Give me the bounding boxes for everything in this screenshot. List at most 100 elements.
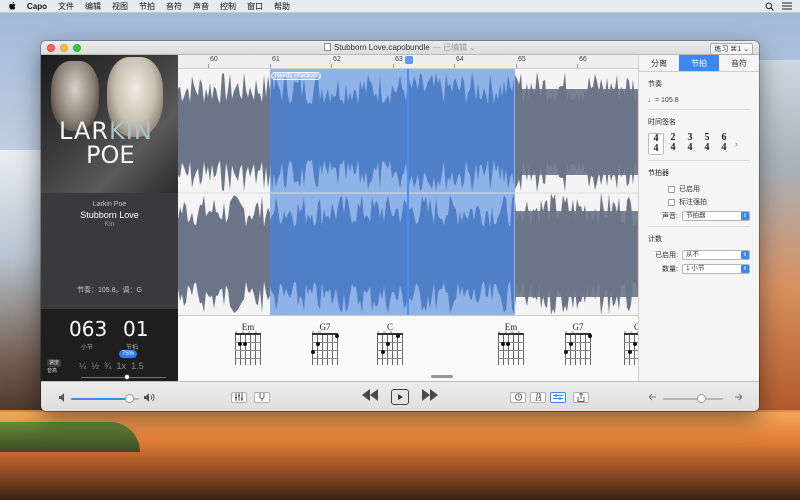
open-string-marks: o o o o — [498, 329, 522, 334]
pan-slider-knob[interactable] — [697, 394, 706, 403]
chord-fretboard: x o o — [377, 329, 403, 365]
menu-control[interactable]: 控制 — [220, 1, 236, 12]
finger-dot — [564, 350, 568, 354]
menu-file[interactable]: 文件 — [58, 1, 74, 12]
waveform-view[interactable]: Needs Practice! — [178, 69, 638, 315]
tab-notes[interactable]: 音符 — [719, 55, 759, 71]
notification-center-icon[interactable] — [782, 2, 792, 10]
apple-icon[interactable] — [8, 1, 17, 11]
volume-slider-knob[interactable] — [124, 394, 134, 403]
ts-bottom: 4 — [653, 143, 659, 154]
zoom-window-button[interactable] — [73, 43, 81, 52]
checkbox-label: 标注强拍 — [679, 199, 707, 206]
share-icon — [577, 392, 585, 402]
count-in-count-value: 1 小节 — [686, 265, 705, 272]
tuner-button[interactable] — [254, 392, 270, 403]
share-button[interactable] — [573, 392, 589, 403]
playhead-line[interactable] — [407, 69, 409, 315]
menu-notes[interactable]: 音符 — [166, 1, 182, 12]
volume-low-icon — [59, 393, 64, 402]
practice-region-label[interactable]: Needs Practice! — [271, 72, 322, 80]
desktop-mountain-right — [755, 60, 800, 410]
playhead-handle[interactable] — [405, 56, 413, 64]
chord-diagram[interactable]: G7 o o — [563, 322, 593, 365]
count-in-count-select[interactable]: 1 小节 ⇕ — [682, 264, 750, 274]
practice-mode-button[interactable]: 练习 ⌘1 ⌄ — [710, 43, 753, 55]
album-cover: LARKIN POE — [41, 55, 178, 193]
position-counter: 063 小节 01 节拍 速度 音高 ¼ ½ ¾ 1x 1.5 75% — [41, 309, 178, 381]
time-signature-title: 时间签名 — [648, 119, 676, 126]
minimize-window-button[interactable] — [60, 43, 68, 52]
chord-diagram[interactable]: Em o o o o — [233, 322, 263, 365]
chord-diagram[interactable]: Cx o o — [622, 322, 638, 365]
time-signature-option[interactable]: 54 — [699, 133, 715, 155]
count-in-count-label: 数量: — [662, 266, 678, 273]
horizontal-scroll-handle[interactable] — [431, 375, 453, 378]
updown-arrows-icon: ⇕ — [741, 265, 749, 273]
checkbox-box[interactable] — [668, 198, 675, 206]
song-panel: LARKIN POE Larkin Poe Stubborn Love Kin … — [41, 55, 178, 381]
eq-button[interactable] — [550, 392, 566, 403]
updown-arrows-icon: ⇕ — [741, 251, 749, 259]
checkbox-box[interactable] — [668, 185, 675, 193]
pitch-mode-option[interactable]: 音高 — [47, 367, 61, 375]
speed-mark: ¾ — [104, 361, 112, 371]
title-bar: Stubborn Love.capobundle — 已编辑 ⌄ 练习 ⌘1 ⌄ — [41, 41, 759, 55]
sound-label: 声音: — [662, 213, 678, 220]
count-in-enabled-row: 已启用: 从不 ⇕ — [648, 250, 750, 260]
accent-downbeat-checkbox[interactable]: 标注强拍 — [668, 197, 750, 207]
spotlight-search-icon[interactable] — [765, 2, 774, 11]
menu-window[interactable]: 窗口 — [247, 1, 263, 12]
sound-select[interactable]: 节拍器 ⇕ — [682, 211, 750, 221]
speed-pitch-switch[interactable]: 速度 音高 — [47, 359, 62, 375]
fast-forward-button[interactable] — [421, 388, 439, 405]
time-signature-option[interactable]: 44 — [648, 133, 664, 155]
metronome-enabled-checkbox[interactable]: 已启用 — [668, 184, 750, 194]
chord-diagram[interactable]: Em o o o o — [496, 322, 526, 365]
finger-dot — [238, 342, 242, 346]
time-signature-option[interactable]: 34 — [682, 133, 698, 155]
chord-track[interactable]: Em o o o o G7 o o Cx o o Em o o o o G7 o o Cx o… — [178, 316, 638, 381]
mixer-icon — [235, 393, 243, 401]
ruler-label: 64 — [456, 56, 464, 63]
chevron-right-icon[interactable]: › — [735, 139, 738, 149]
count-in-enabled-label: 已启用: — [655, 252, 678, 259]
capo-window: Stubborn Love.capobundle — 已编辑 ⌄ 练习 ⌘1 ⌄ … — [41, 41, 759, 411]
time-signature-option[interactable]: 64 — [716, 133, 732, 155]
pan-right-icon — [735, 393, 742, 401]
speed-slider-knob[interactable] — [124, 374, 130, 380]
finger-dot — [506, 342, 510, 346]
menu-view[interactable]: 视图 — [112, 1, 128, 12]
open-string-marks: x o o — [624, 329, 638, 334]
tab-separation[interactable]: 分离 — [639, 55, 679, 71]
menu-help[interactable]: 帮助 — [274, 1, 290, 12]
pan-slider-track[interactable] — [663, 398, 723, 400]
tempo-value[interactable]: ♩= 105.8 — [648, 97, 750, 104]
metronome-toggle-button[interactable] — [510, 392, 526, 403]
song-artist: Larkin Poe — [92, 201, 127, 208]
chord-fretboard: x o o — [624, 329, 638, 365]
menu-sound[interactable]: 声音 — [193, 1, 209, 12]
edited-status[interactable]: — 已编辑 ⌄ — [433, 43, 476, 52]
menu-beat[interactable]: 节拍 — [139, 1, 155, 12]
menu-app-name[interactable]: Capo — [27, 2, 47, 11]
chord-diagram[interactable]: G7 o o — [310, 322, 340, 365]
chord-fretboard: o o o o — [235, 329, 261, 365]
chord-fretboard: o o — [564, 329, 592, 365]
speed-mode-option[interactable]: 速度 — [47, 359, 62, 367]
time-signature-option[interactable]: 24 — [665, 133, 681, 155]
count-in-enabled-select[interactable]: 从不 ⇕ — [682, 250, 750, 260]
chord-diagram[interactable]: Cx o o — [375, 322, 405, 365]
ruler-tick — [208, 64, 209, 68]
mixer-button[interactable] — [231, 392, 247, 403]
tab-beat[interactable]: 节拍 — [679, 55, 719, 71]
song-title: Stubborn Love — [80, 210, 139, 220]
ruler-label: 66 — [579, 56, 587, 63]
close-window-button[interactable] — [47, 43, 55, 52]
guitar-view-button[interactable] — [530, 392, 546, 403]
finger-dot — [633, 342, 637, 346]
metronome-title: 节拍器 — [648, 170, 669, 177]
play-button[interactable] — [391, 389, 409, 405]
rewind-button[interactable] — [361, 388, 379, 405]
menu-edit[interactable]: 编辑 — [85, 1, 101, 12]
